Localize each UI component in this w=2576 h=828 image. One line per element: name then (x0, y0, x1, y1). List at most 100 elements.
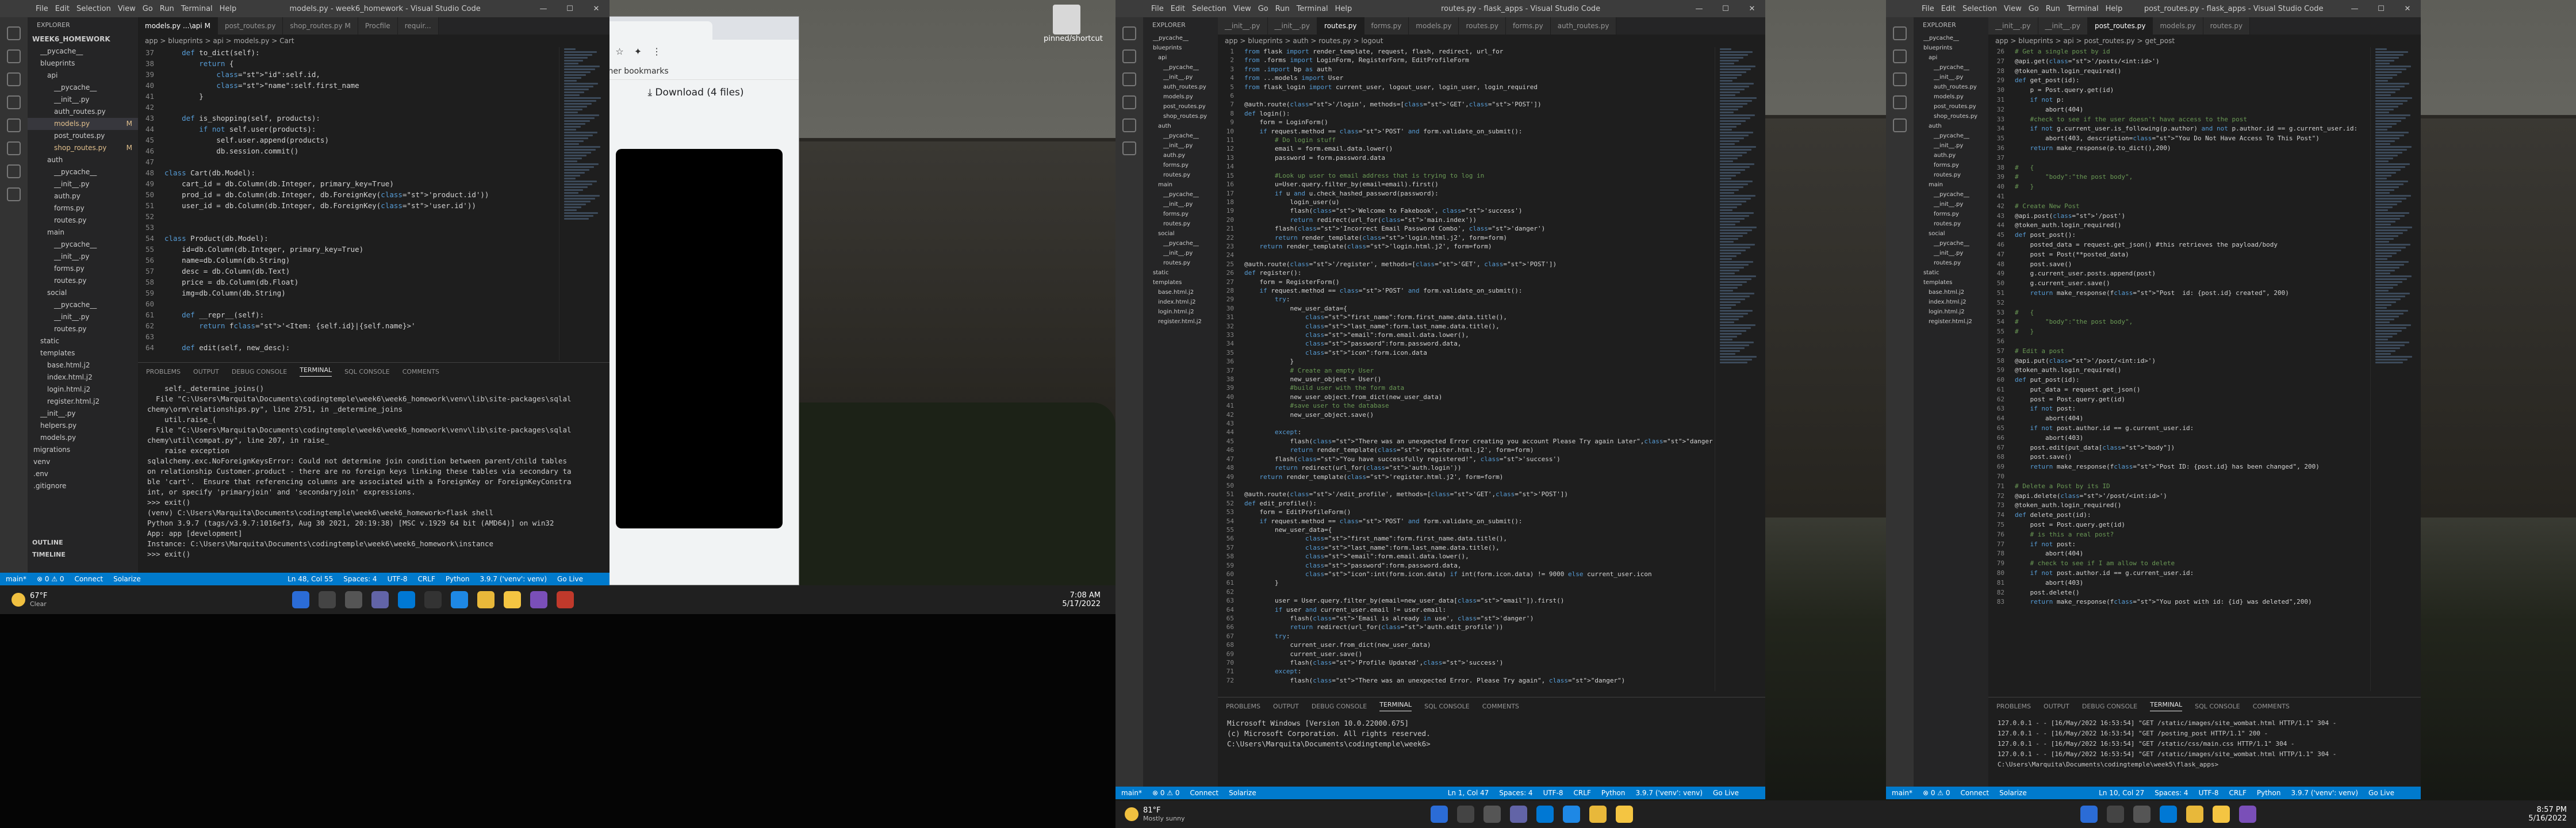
tree-item[interactable]: __init__.py (1914, 200, 1988, 209)
editor-tab[interactable]: __init__.py (1218, 17, 1268, 34)
tree-item[interactable]: __init__.py (1914, 72, 1988, 82)
search-taskbar-icon[interactable] (1457, 806, 1474, 823)
tree-item[interactable]: main (1143, 180, 1218, 190)
status-item[interactable]: CRLF (2229, 789, 2247, 797)
tree-item[interactable]: __init__.py (28, 311, 138, 323)
status-item[interactable]: main* (6, 575, 26, 583)
status-item[interactable]: 3.9.7 ('venv': venv) (1635, 789, 1703, 797)
tree-item[interactable]: auth (28, 154, 138, 166)
tree-item[interactable]: blueprints (1914, 43, 1988, 53)
panel-tab-problems[interactable]: PROBLEMS (146, 368, 181, 375)
tree-item[interactable]: auth_routes.py (28, 106, 138, 118)
tree-item[interactable]: base.html.j2 (1914, 288, 1988, 297)
tree-item[interactable]: __pycache__ (1914, 33, 1988, 43)
tree-item[interactable]: __pycache__ (1143, 239, 1218, 248)
search-icon[interactable] (1122, 49, 1136, 63)
panel-tab-debug-console[interactable]: DEBUG CONSOLE (2082, 703, 2137, 710)
editor-tab[interactable]: auth_routes.py (1550, 17, 1617, 34)
tree-item[interactable]: static (28, 335, 138, 347)
remote-icon[interactable] (1122, 141, 1136, 155)
tree-item[interactable]: register.html.j2 (1914, 317, 1988, 327)
browser-tab[interactable] (597, 21, 712, 40)
tree-item[interactable]: __pycache__ (1914, 131, 1988, 141)
teams-icon[interactable] (371, 591, 389, 608)
weather-widget[interactable]: 81°F Mostly sunny (1116, 806, 1230, 822)
tree-item[interactable]: post_routes.py (1143, 102, 1218, 112)
tree-item[interactable]: register.html.j2 (1143, 317, 1218, 327)
editor-tab[interactable]: routes.py (1317, 17, 1364, 34)
editor-tab[interactable]: __init__.py (2038, 17, 2088, 34)
status-item[interactable]: UTF-8 (2199, 789, 2219, 797)
tree-item[interactable]: __init__.py (1143, 72, 1218, 82)
tree-item[interactable]: shop_routes.py (1914, 112, 1988, 121)
status-item[interactable]: Spaces: 4 (2155, 789, 2188, 797)
editor-tab[interactable]: requir... (397, 17, 439, 34)
tree-item[interactable]: index.html.j2 (28, 371, 138, 384)
tree-item[interactable]: auth_routes.py (1143, 82, 1218, 92)
extension-icon[interactable]: ✦ (634, 46, 642, 57)
menu-icon[interactable]: ⋮ (652, 46, 661, 57)
editor-tab[interactable]: models.py ...\api M (138, 17, 218, 34)
menu-help[interactable]: Help (1335, 5, 1352, 13)
menu-run[interactable]: Run (2046, 5, 2060, 13)
tree-item[interactable]: static (1143, 268, 1218, 278)
tree-item[interactable]: __init__.py (1914, 248, 1988, 258)
tree-item[interactable]: auth.py (1143, 151, 1218, 160)
tree-item[interactable]: __pycache__ (28, 82, 138, 94)
tree-item[interactable]: auth (1143, 121, 1218, 131)
file-explorer-icon[interactable] (1616, 806, 1633, 823)
panel-tab-sql-console[interactable]: SQL CONSOLE (344, 368, 390, 375)
tree-item[interactable]: register.html.j2 (28, 396, 138, 408)
tree-item[interactable]: .env (28, 468, 138, 480)
minimize-icon[interactable]: — (530, 5, 557, 13)
maximize-icon[interactable]: ☐ (557, 5, 583, 13)
menu-file[interactable]: File (1151, 5, 1164, 13)
menu-edit[interactable]: Edit (1941, 5, 1956, 13)
menu-help[interactable]: Help (220, 5, 237, 13)
run-debug-icon[interactable] (7, 95, 21, 109)
source-control-icon[interactable] (7, 72, 21, 86)
status-item[interactable]: Ln 10, Col 27 (2099, 789, 2144, 797)
explorer-icon[interactable] (1122, 26, 1136, 40)
search-icon[interactable] (7, 49, 21, 63)
tree-item[interactable]: auth (1914, 121, 1988, 131)
tree-item[interactable]: main (28, 227, 138, 239)
tree-item[interactable]: api (1914, 53, 1988, 63)
status-item[interactable]: Solarize (1229, 789, 1256, 797)
edge-icon[interactable] (451, 591, 468, 608)
status-item[interactable]: main* (1121, 789, 1142, 797)
star-icon[interactable]: ☆ (615, 46, 623, 57)
onenote-icon[interactable] (2239, 806, 2256, 823)
status-item[interactable]: UTF-8 (1543, 789, 1563, 797)
editor-tab[interactable]: post_routes.py (217, 17, 283, 34)
task-view-icon[interactable] (2133, 806, 2150, 823)
start-icon[interactable] (1431, 806, 1448, 823)
editor-tab[interactable]: forms.py (1505, 17, 1551, 34)
menu-selection[interactable]: Selection (1192, 5, 1226, 13)
tree-item[interactable]: forms.py (1143, 209, 1218, 219)
editor-tab[interactable]: post_routes.py (2088, 17, 2153, 34)
desktop-icon[interactable]: pinned/shortcut (1044, 5, 1103, 43)
terminal[interactable]: self._determine_joins() File "C:\Users\M… (138, 380, 610, 563)
tree-item[interactable]: templates (1143, 278, 1218, 288)
workspace-folder[interactable]: WEEK6_HOMEWORK (28, 33, 138, 45)
menu-edit[interactable]: Edit (55, 5, 70, 13)
tree-item[interactable]: main (1914, 180, 1988, 190)
remote-icon[interactable] (7, 141, 21, 155)
file-explorer-icon[interactable] (2213, 806, 2230, 823)
menu-view[interactable]: View (2004, 5, 2022, 13)
maximize-icon[interactable]: ☐ (1712, 5, 1739, 13)
editor-tab[interactable]: shop_routes.py M (283, 17, 358, 34)
code-editor[interactable]: 26 # Get a single post by id 27 @api.get(cl… (1988, 47, 2369, 691)
menu-view[interactable]: View (1233, 5, 1251, 13)
extensions-icon[interactable] (1122, 118, 1136, 132)
status-item[interactable]: Solarize (1999, 789, 2027, 797)
tree-item[interactable]: __init__.py (28, 178, 138, 190)
chrome-icon[interactable] (1589, 806, 1607, 823)
panel-tab-comments[interactable]: COMMENTS (2253, 703, 2290, 710)
tree-item[interactable]: routes.py (28, 214, 138, 227)
outline-section[interactable]: OUTLINE (28, 536, 63, 549)
tree-item[interactable]: auth_routes.py (1914, 82, 1988, 92)
tree-item[interactable]: __init__.py (1143, 141, 1218, 151)
tree-item[interactable]: forms.py (1914, 209, 1988, 219)
